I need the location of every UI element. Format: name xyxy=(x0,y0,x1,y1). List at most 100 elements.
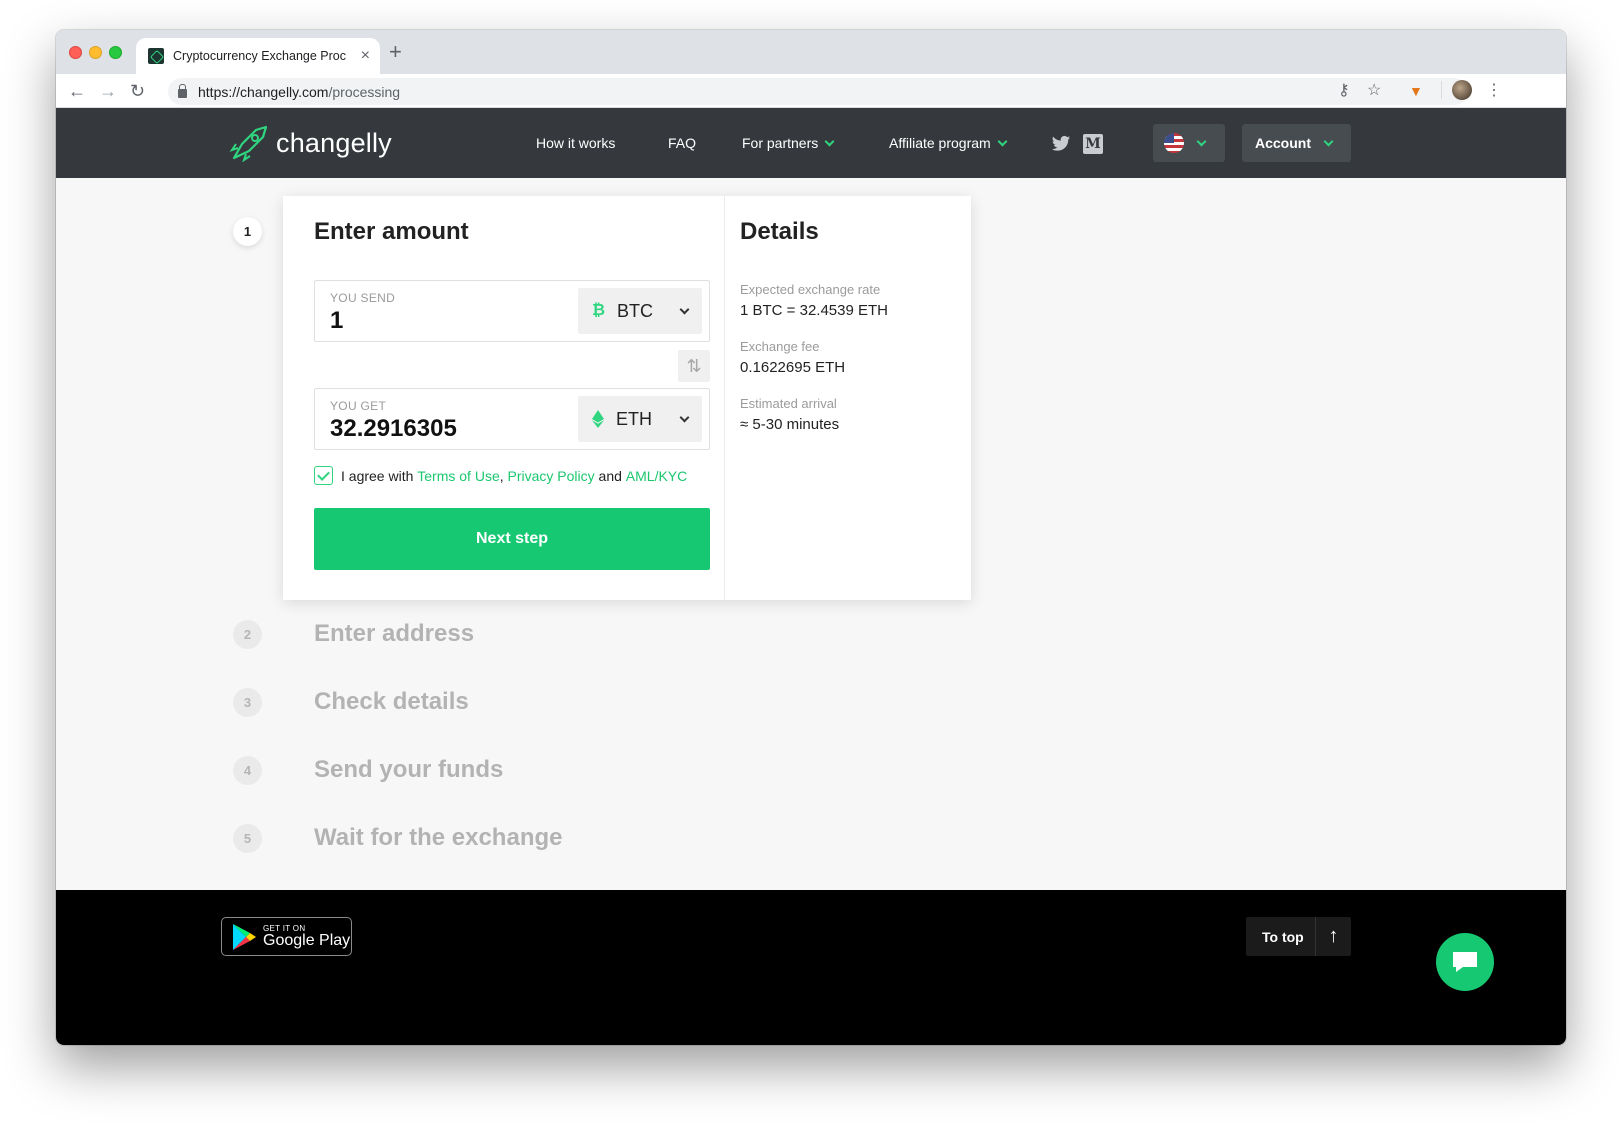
account-button[interactable]: Account xyxy=(1242,124,1351,162)
url-path: /processing xyxy=(328,83,401,100)
star-icon[interactable]: ☆ xyxy=(1367,80,1381,102)
browser-toolbar: ← → ↻ https://changelly.com/processing ⚷… xyxy=(56,74,1566,108)
exchange-card: Enter amount YOU SEND 1 ₿ BTC ⇅ YOU GET … xyxy=(283,196,971,600)
chevron-down-icon xyxy=(997,136,1008,146)
estimated-arrival-value: ≈ 5-30 minutes xyxy=(740,416,840,433)
lock-icon xyxy=(178,83,187,98)
logo[interactable]: changelly xyxy=(228,124,392,162)
terms-of-use-link[interactable]: Terms of Use xyxy=(417,468,499,484)
you-get-label: YOU GET xyxy=(330,399,387,413)
aml-kyc-link[interactable]: AML/KYC xyxy=(626,468,687,484)
chevron-down-icon xyxy=(679,304,690,314)
step-number-2: 2 xyxy=(233,620,262,649)
chat-button[interactable] xyxy=(1436,933,1494,991)
address-bar[interactable]: https://changelly.com/processing xyxy=(168,78,1468,105)
medium-icon[interactable]: M xyxy=(1083,134,1103,154)
you-send-label: YOU SEND xyxy=(330,291,396,305)
language-selector[interactable] xyxy=(1153,124,1225,162)
minimize-window-button[interactable] xyxy=(89,46,102,59)
you-send-field[interactable]: YOU SEND 1 ₿ BTC xyxy=(314,280,710,342)
us-flag-icon xyxy=(1164,133,1184,153)
changelly-favicon-icon xyxy=(148,48,164,64)
card-divider xyxy=(724,196,725,600)
url-text: https://changelly.com/processing xyxy=(198,84,400,100)
step-number-1: 1 xyxy=(233,217,262,246)
chevron-down-icon xyxy=(679,412,690,422)
swap-currencies-button[interactable]: ⇅ xyxy=(678,350,710,382)
get-currency-select[interactable]: ETH xyxy=(578,396,702,442)
terms-agreement: I agree with Terms of Use, Privacy Polic… xyxy=(314,466,687,485)
nav-faq-label: FAQ xyxy=(668,135,697,151)
url-domain: https://changelly.com xyxy=(198,83,329,100)
privacy-policy-link[interactable]: Privacy Policy xyxy=(508,468,595,484)
metamask-fox-icon[interactable]: ▼ xyxy=(1409,80,1423,102)
step-title-check-details: Check details xyxy=(314,688,469,715)
to-top-label: To top xyxy=(1262,928,1304,945)
agree-and: and xyxy=(598,467,622,484)
agree-prefix: I agree with xyxy=(341,467,414,484)
step-title-enter-amount: Enter amount xyxy=(314,218,469,245)
swap-arrows-icon: ⇅ xyxy=(686,355,702,376)
tab-title: Cryptocurrency Exchange Proc xyxy=(173,49,346,63)
step-title-enter-address: Enter address xyxy=(314,620,475,647)
chevron-down-icon xyxy=(1196,136,1207,146)
estimated-arrival-label: Estimated arrival xyxy=(740,396,837,411)
next-step-button[interactable]: Next step xyxy=(314,508,710,570)
nav-faq[interactable]: FAQ xyxy=(668,135,696,151)
step-number-3: 3 xyxy=(233,688,262,717)
bitcoin-icon: ₿ xyxy=(592,302,606,319)
site-header: changelly How it works FAQ For partners … xyxy=(56,108,1566,178)
exchange-fee-value: 0.1622695 ETH xyxy=(740,359,846,376)
browser-window: Cryptocurrency Exchange Proc × + ← → ↻ h… xyxy=(56,30,1566,1045)
send-currency-select[interactable]: ₿ BTC xyxy=(578,288,702,334)
you-get-field[interactable]: YOU GET 32.2916305 ETH xyxy=(314,388,710,450)
step-title-wait-exchange: Wait for the exchange xyxy=(314,824,563,851)
nav-for-partners-label: For partners xyxy=(742,135,819,151)
exchange-rate-value: 1 BTC = 32.4539 ETH xyxy=(740,302,888,319)
reload-icon[interactable]: ↻ xyxy=(130,80,145,102)
step-title-send-funds: Send your funds xyxy=(314,756,504,783)
you-send-value[interactable]: 1 xyxy=(330,307,343,335)
profile-avatar[interactable] xyxy=(1452,80,1472,100)
details-title: Details xyxy=(740,218,819,245)
arrow-up-icon: ↑ xyxy=(1315,917,1351,956)
tab-strip: Cryptocurrency Exchange Proc × + xyxy=(56,30,1566,74)
logo-text: changelly xyxy=(276,127,392,158)
step-number-4: 4 xyxy=(233,756,262,785)
step-number-5: 5 xyxy=(233,824,262,853)
close-icon[interactable]: × xyxy=(361,48,370,64)
forward-arrow-icon[interactable]: → xyxy=(99,80,117,102)
chat-bubble-icon xyxy=(1453,952,1477,972)
ethereum-icon xyxy=(592,410,604,428)
agree-comma: , xyxy=(499,467,504,484)
exchange-fee-label: Exchange fee xyxy=(740,339,820,354)
to-top-button[interactable]: To top ↑ xyxy=(1246,917,1351,956)
close-window-button[interactable] xyxy=(69,46,82,59)
back-arrow-icon[interactable]: ← xyxy=(68,80,86,102)
more-menu-icon[interactable]: ⋮ xyxy=(1486,80,1502,102)
twitter-icon[interactable] xyxy=(1051,134,1071,154)
toolbar-divider xyxy=(1441,81,1442,99)
nav-affiliate-program[interactable]: Affiliate program xyxy=(889,135,1008,151)
maximize-window-button[interactable] xyxy=(109,46,122,59)
you-get-value: 32.2916305 xyxy=(330,415,457,442)
nav-affiliate-label: Affiliate program xyxy=(889,135,991,151)
google-play-badge[interactable]: GET IT ON Google Play xyxy=(221,917,352,956)
browser-tab[interactable]: Cryptocurrency Exchange Proc × xyxy=(136,38,380,74)
google-play-icon xyxy=(233,923,256,950)
send-currency-code: BTC xyxy=(617,300,654,321)
google-play-big-text: Google Play xyxy=(263,931,351,949)
nav-for-partners[interactable]: For partners xyxy=(742,135,835,151)
new-tab-button[interactable]: + xyxy=(389,41,402,63)
chevron-down-icon xyxy=(1323,136,1334,146)
account-label: Account xyxy=(1255,135,1311,151)
nav-how-it-works[interactable]: How it works xyxy=(536,135,615,151)
agree-checkbox[interactable] xyxy=(314,466,333,485)
exchange-rate-label: Expected exchange rate xyxy=(740,282,881,297)
chevron-down-icon xyxy=(824,136,835,146)
google-play-text: GET IT ON Google Play xyxy=(263,924,350,950)
get-currency-code: ETH xyxy=(616,408,652,429)
key-icon[interactable]: ⚷ xyxy=(1338,80,1350,102)
rocket-logo-icon xyxy=(229,125,268,162)
footer: GET IT ON Google Play To top ↑ xyxy=(56,890,1566,1045)
